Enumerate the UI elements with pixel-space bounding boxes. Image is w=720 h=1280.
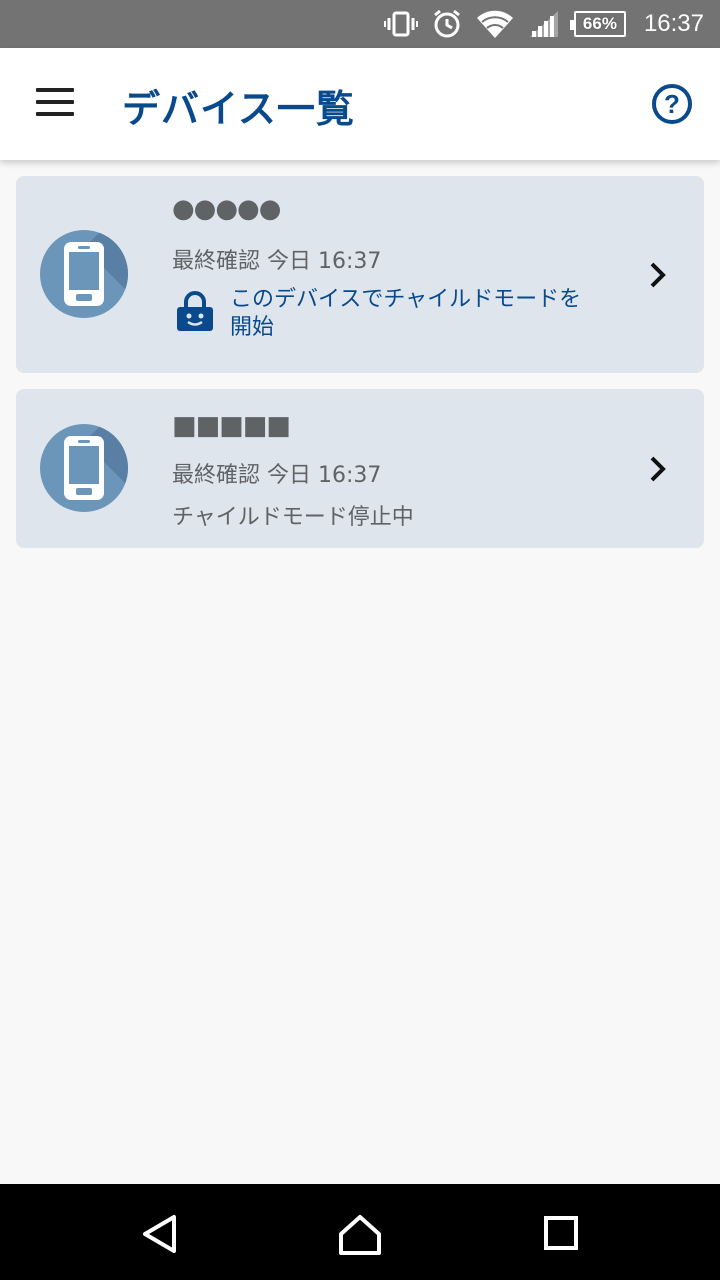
home-icon[interactable] [338,1214,382,1256]
recent-apps-icon[interactable] [542,1214,582,1254]
smartphone-icon [40,230,128,318]
page-title: デバイス一覧 [122,87,355,131]
child-mode-status: チャイルドモード停止中 [172,505,414,530]
wifi-icon [476,9,514,39]
start-child-mode-link[interactable]: このデバイスでチャイルドモードを 開始 [176,286,636,342]
battery-level: 66% [582,14,617,33]
status-bar: 66% 16:37 [0,0,720,48]
device-name: ●●●●● [172,194,281,224]
smartphone-icon [40,424,128,512]
start-child-mode-text: このデバイスでチャイルドモードを 開始 [230,286,581,342]
vibrate-icon [383,11,418,37]
help-glyph: ? [664,88,680,119]
device-card[interactable]: ●●●●● 最終確認 今日 16:37 このデバイスでチャイルドモードを 開始 [16,176,704,373]
help-circle-icon[interactable]: ? [652,84,692,124]
status-clock: 16:37 [643,10,704,37]
chevron-right-icon [650,262,666,288]
device-list: ●●●●● 最終確認 今日 16:37 このデバイスでチャイルドモードを 開始 … [16,176,704,564]
start-child-mode-line2: 開始 [230,315,275,340]
battery-indicator: 66% [569,11,626,37]
chevron-right-icon [650,456,666,482]
signal-icon [528,9,560,39]
device-card[interactable]: ■■■■■ 最終確認 今日 16:37 チャイルドモード停止中 [16,389,704,548]
alarm-icon [432,9,462,39]
app-bar: デバイス一覧 ? [0,48,720,160]
lock-icon [177,291,213,331]
hamburger-menu-icon[interactable] [36,88,76,120]
device-name: ■■■■■ [172,411,291,441]
start-child-mode-line1: このデバイスでチャイルドモードを [230,287,582,312]
system-nav-bar [0,1184,720,1280]
last-seen-text: 最終確認 今日 16:37 [172,249,382,274]
last-seen-text: 最終確認 今日 16:37 [172,463,382,488]
back-icon[interactable] [140,1214,180,1254]
